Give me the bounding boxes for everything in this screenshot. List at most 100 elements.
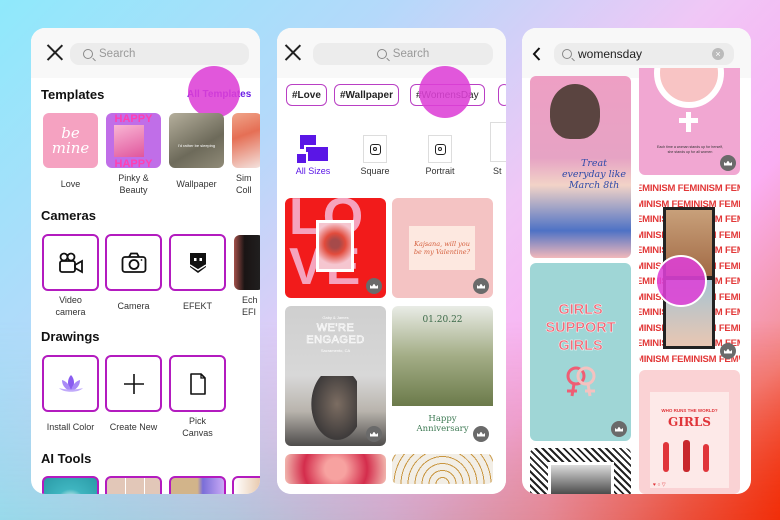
top-bar: Search <box>277 28 506 78</box>
camera-icon <box>121 252 146 273</box>
premium-crown-icon <box>720 155 736 171</box>
premium-crown-icon <box>366 278 382 294</box>
efekt-icon <box>189 252 206 273</box>
template-label: Love <box>60 179 81 189</box>
video-camera-icon <box>58 252 83 274</box>
clear-search-icon[interactable]: × <box>712 48 724 60</box>
template-simple-collage[interactable] <box>232 113 260 168</box>
document-icon <box>189 372 206 395</box>
section-title-templates: Templates <box>41 87 105 102</box>
venus-symbol <box>654 68 724 108</box>
card-art-text: WE'RE ENGAGED <box>306 322 365 347</box>
card-art-text: Sacramento, CA <box>320 348 351 353</box>
video-camera-button[interactable] <box>42 234 99 291</box>
search-input[interactable]: Search <box>70 43 249 65</box>
card-art-text: WHO RUNS THE WORLD? <box>661 408 718 413</box>
template-art-text: HAPPY <box>114 158 153 168</box>
section-title-ai-tools: AI Tools <box>41 451 92 466</box>
result-card-march8[interactable]: Treat everyday like March 8th <box>530 76 631 258</box>
camera-label: Ech EFI <box>242 295 258 317</box>
drawing-label: Install Color <box>46 422 95 432</box>
search-placeholder: Search <box>99 48 136 60</box>
phone-screen-create: Search Templates All Templates be mine H… <box>31 28 260 494</box>
premium-crown-icon <box>366 426 382 442</box>
ai-tool-thumbnail[interactable] <box>232 476 260 494</box>
size-label-story: St <box>493 166 502 176</box>
instagram-icon <box>434 143 446 155</box>
size-square-button[interactable] <box>363 135 387 163</box>
card-photo <box>316 220 354 272</box>
card-illustration <box>550 84 600 139</box>
hashtag-chip-love[interactable]: #Love <box>286 84 327 106</box>
pick-canvas-button[interactable] <box>169 355 226 412</box>
card-art-text: Each time a woman stands up for herself,… <box>656 145 724 154</box>
card-art-text: Treat everyday like March 8th <box>561 158 627 191</box>
drawing-label: Create New <box>109 422 158 432</box>
efekt-button[interactable] <box>169 234 226 291</box>
hashtag-chip-more[interactable] <box>498 84 506 106</box>
plus-icon <box>123 373 144 394</box>
search-placeholder: Search <box>392 48 430 60</box>
hashtag-chip-wallpaper[interactable]: #Wallpaper <box>334 84 399 106</box>
premium-crown-icon <box>473 278 489 294</box>
create-new-button[interactable] <box>105 355 162 412</box>
back-arrow-icon[interactable] <box>532 47 541 61</box>
camera-label: Camera <box>117 301 150 311</box>
search-icon <box>562 49 572 59</box>
template-wallpaper[interactable]: I'd rather be sleeping <box>169 113 224 168</box>
result-card-photo[interactable] <box>530 448 631 494</box>
close-icon[interactable] <box>45 43 65 63</box>
template-card-flowers[interactable] <box>285 454 386 484</box>
size-portrait-button[interactable] <box>428 135 452 163</box>
size-story-button[interactable] <box>490 122 506 162</box>
card-art-text: Gaby & James <box>322 315 349 320</box>
search-input[interactable]: womensday × <box>554 43 734 65</box>
result-card-quote[interactable]: Each time a woman stands up for herself,… <box>639 68 740 175</box>
ai-tool-thumbnail[interactable] <box>105 476 162 494</box>
template-card-valentine[interactable]: Kajsana, will you be my Valentine? <box>392 198 493 298</box>
premium-crown-icon <box>720 343 736 359</box>
drawing-label: Pick Canvas <box>182 416 213 438</box>
close-icon[interactable] <box>283 43 303 63</box>
all-sizes-icon[interactable] <box>297 135 329 163</box>
template-love-art: be mine <box>51 123 90 157</box>
lotus-icon <box>58 374 83 392</box>
template-art-text: I'd rather be sleeping <box>177 143 216 148</box>
template-label: Wallpaper <box>176 179 217 189</box>
template-card-anniversary[interactable]: 01.20.22 Happy Anniversary <box>392 306 493 446</box>
card-inner <box>650 392 729 488</box>
template-card-pattern[interactable] <box>392 454 493 484</box>
card-art-text: Kajsana, will you be my Valentine? <box>409 226 475 270</box>
camera-label: EFEKT <box>182 301 212 311</box>
template-label: Sim Coll <box>236 173 252 195</box>
feminism-pattern-row: EMINISM FEMINISM FEMINISM <box>639 183 740 194</box>
touch-indicator <box>188 66 240 118</box>
template-pinky-beauty[interactable]: HAPPY HAPPY <box>106 113 161 168</box>
template-art-text: HAPPY <box>114 113 153 125</box>
instagram-icon <box>369 143 381 155</box>
search-input[interactable]: Search <box>313 43 493 65</box>
premium-crown-icon <box>611 421 627 437</box>
camera-button[interactable] <box>105 234 162 291</box>
template-love[interactable]: be mine <box>43 113 98 168</box>
card-art-text: GIRLS <box>668 415 711 429</box>
card-art-text: GIRLS SUPPORT GIRLS <box>545 302 616 354</box>
touch-indicator <box>655 255 707 307</box>
card-photo <box>307 376 357 446</box>
result-card-girls-support-girls[interactable]: GIRLS SUPPORT GIRLS <box>530 263 631 441</box>
ai-tool-thumbnail[interactable] <box>42 476 99 494</box>
premium-crown-icon <box>473 426 489 442</box>
search-icon <box>376 49 387 59</box>
section-title-cameras: Cameras <box>41 208 96 223</box>
touch-indicator <box>419 66 471 118</box>
camera-label: Video camera <box>55 295 86 317</box>
ai-tool-thumbnail[interactable] <box>169 476 226 494</box>
result-card-who-runs-the-world[interactable]: WHO RUNS THE WORLD? GIRLS ♥ ○ ▽ <box>639 370 740 494</box>
size-label-all-sizes: All Sizes <box>295 166 331 176</box>
template-card-engaged[interactable]: Gaby & James WE'RE ENGAGED Sacramento, C… <box>285 306 386 446</box>
template-card-love[interactable]: LOVE <box>285 198 386 298</box>
install-color-button[interactable] <box>42 355 99 412</box>
template-photo <box>114 125 144 157</box>
card-art-text: Happy Anniversary <box>416 414 469 434</box>
echo-efekt-thumbnail[interactable] <box>234 235 260 290</box>
